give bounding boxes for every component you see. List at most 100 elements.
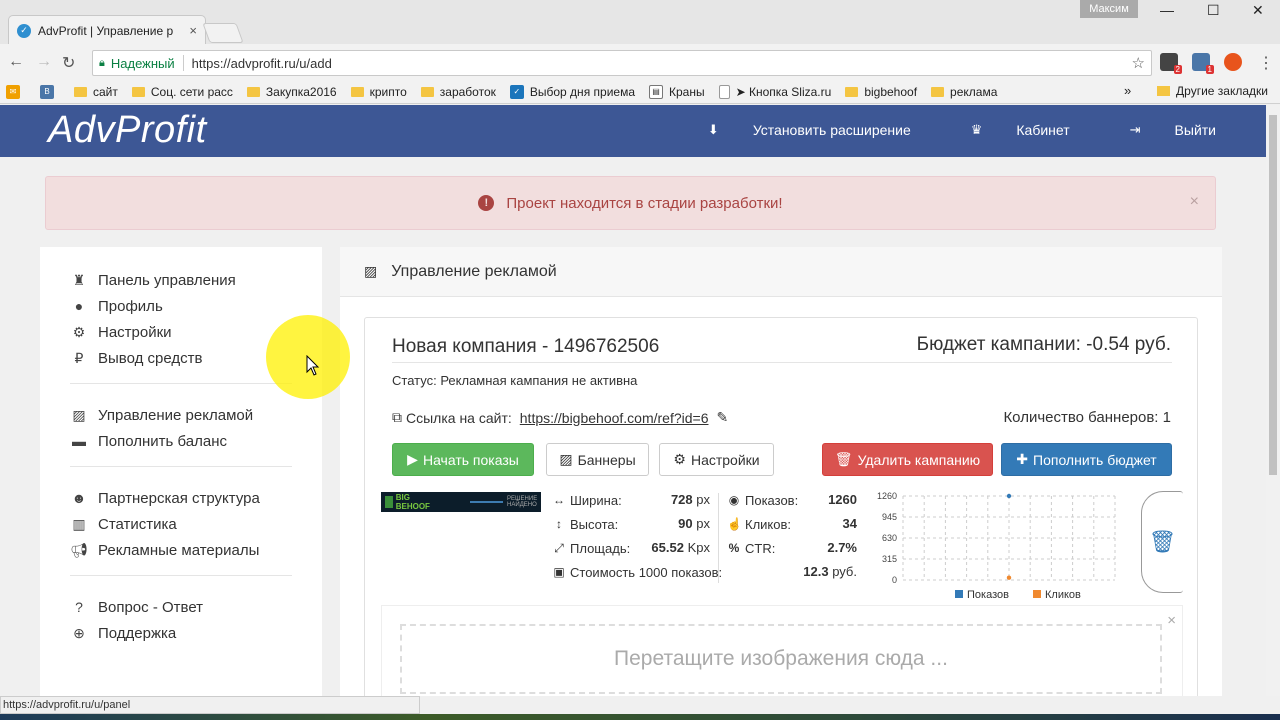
sidebar-item-ads[interactable]: ▨ Управление рекламой <box>70 402 322 428</box>
sign-out-icon: ⇥ <box>1129 122 1141 137</box>
minimize-icon[interactable]: — <box>1160 2 1174 18</box>
start-shows-button[interactable]: ▶ Начать показы <box>392 443 534 476</box>
banner-sub: РЕШЕНИЕ НАЙДЕНО <box>507 496 538 508</box>
tab-close-icon[interactable]: × <box>189 23 197 38</box>
area-value: 65.52 Kpx <box>651 540 710 555</box>
chart-point <box>1006 575 1012 580</box>
logout-link[interactable]: ⇥ Выйти <box>1100 122 1216 138</box>
download-icon: ⬇ <box>707 122 719 137</box>
chart-ytick: 945 <box>882 512 897 522</box>
pointer-icon: ☝ <box>727 517 742 531</box>
bookmark-folder[interactable]: сайт <box>74 85 118 99</box>
play-icon: ▶ <box>407 451 418 467</box>
chrome-menu-icon[interactable]: ⋮ <box>1258 53 1274 73</box>
extension-badge: 2 <box>1173 65 1182 74</box>
bookmark-folder[interactable]: крипто <box>350 85 407 99</box>
install-extension-link[interactable]: ⬇ Установить расширение <box>678 122 911 138</box>
sidebar-item-partners[interactable]: ☻ Партнерская структура <box>70 485 322 511</box>
bookmark-link[interactable]: ▤ Краны <box>649 84 705 99</box>
alert-close-icon[interactable]: × <box>1190 193 1199 211</box>
area-label: Площадь: <box>570 540 631 556</box>
cost-value: 12.3 руб. <box>803 564 857 579</box>
bookmark-mail[interactable]: ✉ <box>6 84 26 99</box>
bookmark-link[interactable]: ✓ Выбор дня приема <box>509 84 635 99</box>
sidebar-item-support[interactable]: ⊕ Поддержка <box>70 620 322 646</box>
height-label: Высота: <box>570 516 619 532</box>
sidebar-item-faq[interactable]: ? Вопрос - Ответ <box>70 594 322 620</box>
tab-title: AdvProfit | Управление р <box>38 23 174 38</box>
image-icon: ▨ <box>72 406 86 423</box>
desktop-taskbar <box>0 714 1280 720</box>
ctr-value: 2.7% <box>827 540 857 555</box>
clicks-label: Кликов: <box>745 516 792 532</box>
sidebar-item-materials[interactable]: 📢︎ Рекламные материалы <box>70 537 322 563</box>
url-text[interactable]: https://advprofit.ru/u/add <box>192 56 1132 71</box>
bookmark-star-icon[interactable]: ☆ <box>1132 54 1145 72</box>
chart-legend-swatch <box>1033 590 1041 598</box>
extension-icon[interactable]: 2 <box>1160 53 1182 74</box>
width-value: 728 px <box>670 492 710 507</box>
page-icon: ▤ <box>649 84 663 99</box>
sidebar-item-dashboard[interactable]: ♜ Панель управления <box>70 267 322 293</box>
bookmark-folder[interactable]: заработок <box>420 85 496 99</box>
bookmark-folder[interactable]: bigbehoof <box>845 85 917 99</box>
sidebar-item-profile[interactable]: ● Профиль <box>70 293 322 319</box>
bookmarks-bar: ✉ B сайт Соц. сети расс Закупка2016 крип… <box>0 80 1280 104</box>
sidebar-item-stats[interactable]: ▥ Статистика <box>70 511 322 537</box>
panel-title: Управление рекламой <box>391 262 557 280</box>
dropzone-close-icon[interactable]: × <box>1167 612 1176 629</box>
folder-icon <box>420 86 434 97</box>
cabinet-link[interactable]: ♛ Кабинет <box>941 122 1070 138</box>
exclamation-icon: ! <box>478 195 495 211</box>
delete-campaign-button[interactable]: 🗑︎ Удалить кампанию <box>822 443 993 476</box>
width-icon: ↔ <box>553 493 565 507</box>
new-tab-button[interactable] <box>202 23 244 43</box>
bookmark-folder[interactable]: Закупка2016 <box>246 85 337 99</box>
dashboard-icon: ♜ <box>72 271 86 288</box>
topup-budget-button[interactable]: ✚ Пополнить бюджет <box>1001 443 1172 476</box>
sidebar: ♜ Панель управления ● Профиль ⚙ Настройки ₽… <box>40 247 322 696</box>
site-link-row: ⧉ Ссылка на сайт: https://bigbehoof.com/… <box>392 409 728 426</box>
reload-icon[interactable]: ↻ <box>62 53 75 73</box>
maximize-icon[interactable]: ☐ <box>1207 2 1220 19</box>
address-bar[interactable]: 🔒︎ Надежный https://advprofit.ru/u/add ☆ <box>92 50 1152 76</box>
banner-preview[interactable]: BIG BEHOOF РЕШЕНИЕ НАЙДЕНО <box>381 492 541 512</box>
more-bookmarks-icon[interactable]: » <box>1124 83 1131 98</box>
expand-icon: ⤢ <box>554 540 564 555</box>
other-bookmarks[interactable]: Другие закладки <box>1157 84 1268 98</box>
campaign-title: Новая компания - 1496762506 <box>392 336 660 357</box>
mail-icon: ✉ <box>6 84 20 99</box>
secure-label: Надежный <box>110 55 175 71</box>
back-icon[interactable]: ← <box>8 53 24 71</box>
browser-tab[interactable]: ✓ AdvProfit | Управление р × <box>8 15 206 45</box>
document-icon <box>718 84 730 99</box>
percent-icon: % <box>728 541 740 555</box>
profile-name[interactable]: Максим <box>1080 0 1138 18</box>
chart-ytick: 1260 <box>877 491 897 501</box>
folder-icon <box>350 86 364 97</box>
bookmark-vk[interactable]: B <box>40 84 60 99</box>
views-label: Показов: <box>745 492 799 508</box>
bookmark-link[interactable]: ➤ Кнопка Sliza.ru <box>718 84 831 99</box>
bookmark-folder[interactable]: Соц. сети расс <box>131 85 233 99</box>
folder-icon <box>246 86 260 97</box>
pencil-icon[interactable]: ✎ <box>717 409 729 426</box>
chart-legend-swatch <box>955 590 963 598</box>
site-link[interactable]: https://bigbehoof.com/ref?id=6 <box>520 410 709 426</box>
bookmark-folder[interactable]: реклама <box>931 85 997 99</box>
alert-text: Проект находится в стадии разработки! <box>506 194 783 212</box>
sidebar-item-topup[interactable]: ▬ Пополнить баланс <box>70 428 322 454</box>
fire-extension-icon[interactable] <box>1224 53 1242 71</box>
forward-icon[interactable]: → <box>36 53 52 71</box>
window-close-icon[interactable]: ✕ <box>1252 2 1264 19</box>
vk-extension-icon[interactable]: 1 <box>1192 53 1214 74</box>
image-dropzone[interactable]: Перетащите изображения сюда ... <box>400 624 1162 694</box>
campaign-settings-button[interactable]: ⚙ Настройки <box>659 443 774 476</box>
gear-icon: ⚙ <box>673 451 686 467</box>
page-scrollbar[interactable] <box>1266 105 1280 696</box>
banners-button[interactable]: ▨ Баннеры <box>546 443 649 476</box>
external-link-icon: ⧉ <box>392 409 402 425</box>
delete-banner-button[interactable]: 🗑︎ <box>1141 491 1183 593</box>
site-logo[interactable]: AdvProfit <box>48 109 207 152</box>
campaign-chart: 1260 945 630 315 0 Показов Кликов <box>877 491 1116 598</box>
